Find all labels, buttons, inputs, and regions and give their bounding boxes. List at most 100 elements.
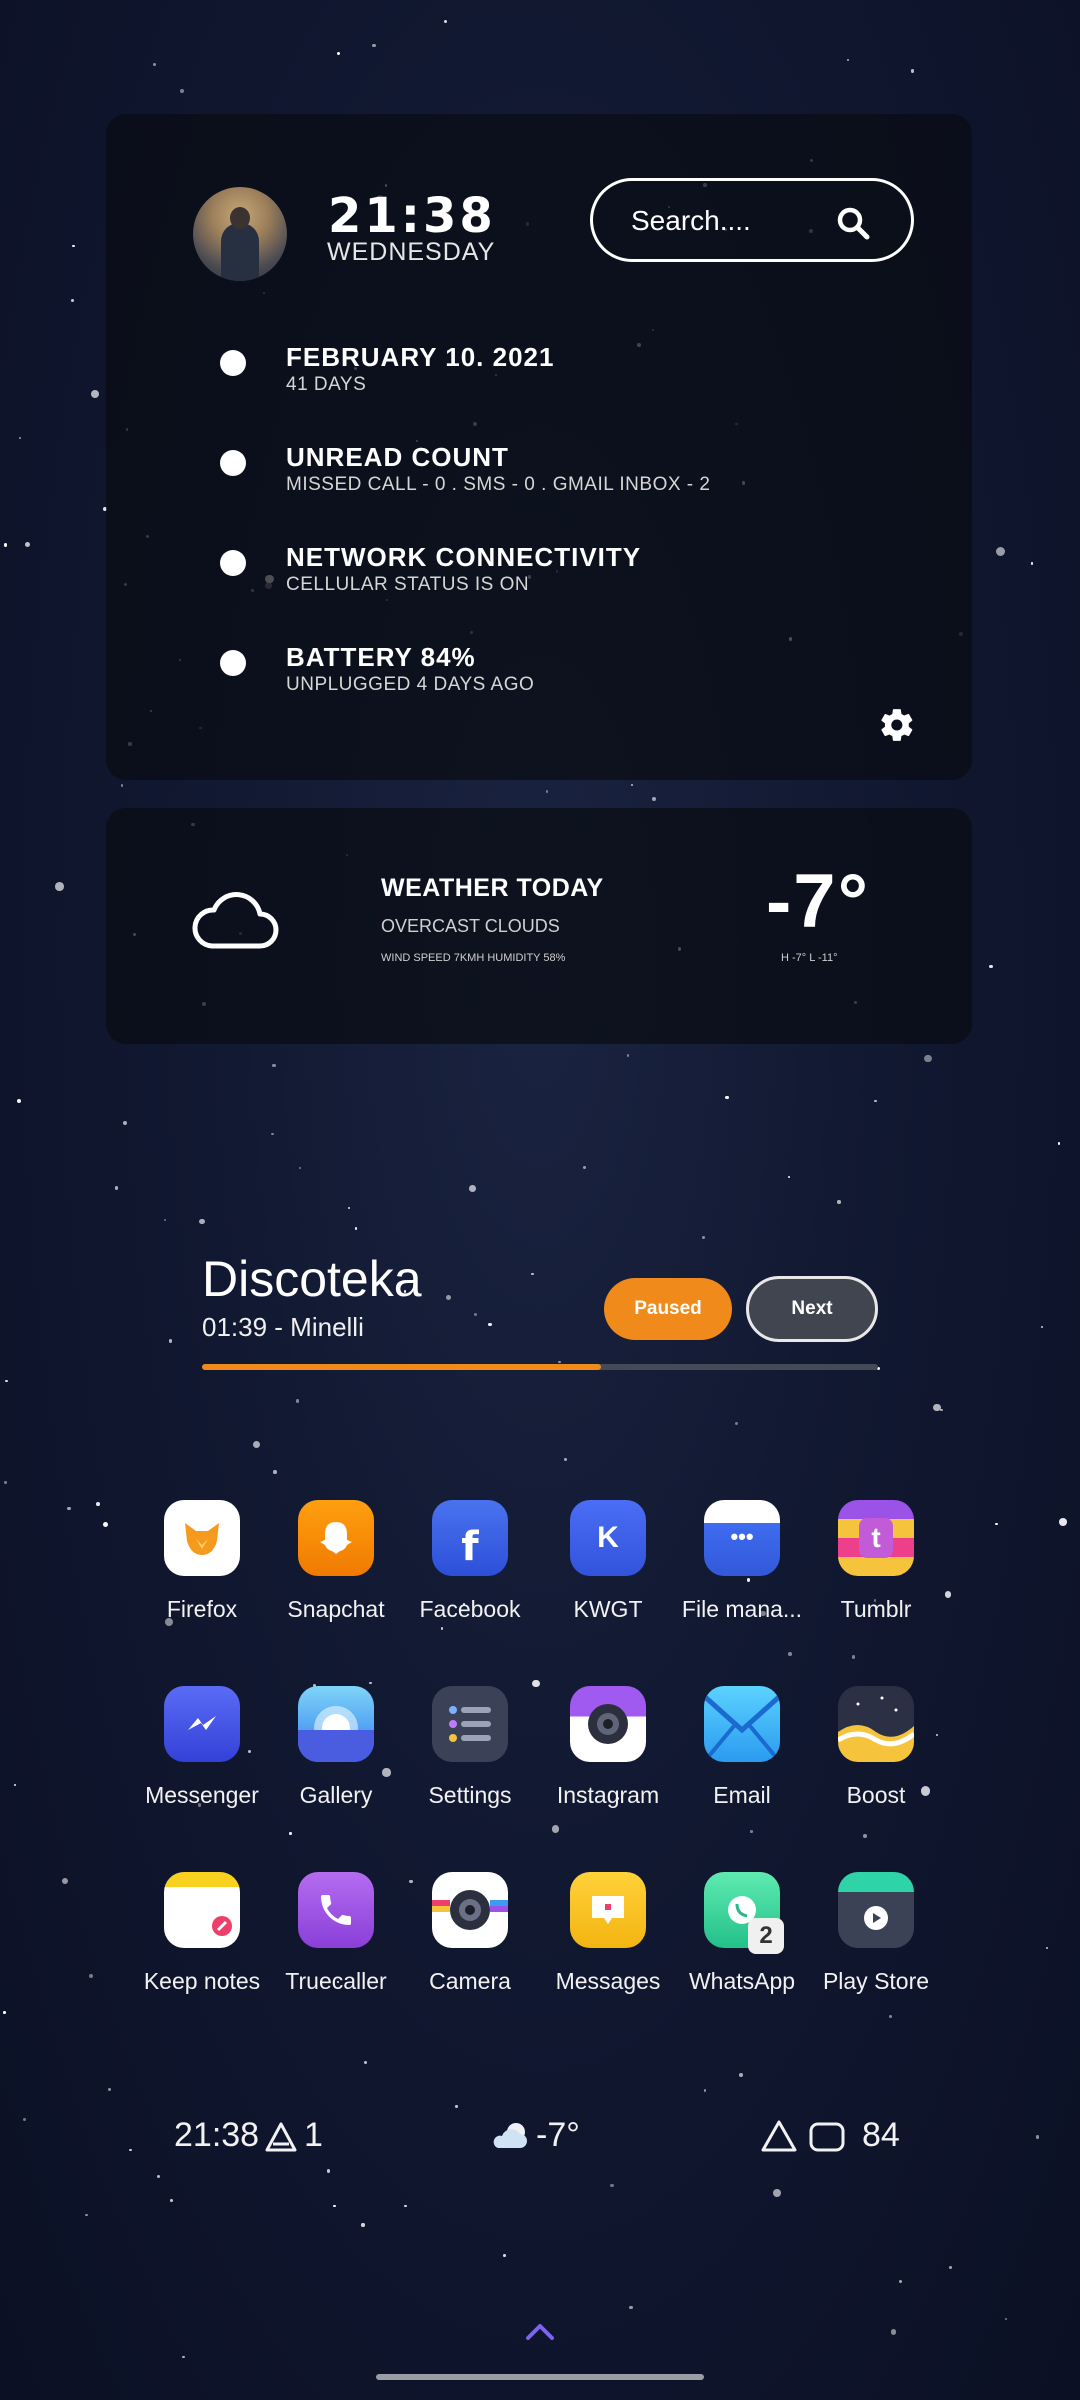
- star: [995, 1522, 998, 1526]
- info-sub: MISSED CALL - 0 . SMS - 0 . GMAIL INBOX …: [286, 474, 711, 495]
- app-settings[interactable]: Settings: [400, 1686, 540, 1809]
- star: [108, 2088, 111, 2091]
- messenger-icon: [164, 1686, 240, 1762]
- weather-meta: WIND SPEED 7KMH HUMIDITY 58%: [381, 952, 566, 964]
- app-label: KWGT: [573, 1596, 643, 1622]
- app-camera[interactable]: Camera: [400, 1872, 540, 1995]
- star: [369, 1681, 372, 1685]
- star: [995, 546, 1005, 556]
- music-progress-bar[interactable]: [202, 1364, 878, 1370]
- info-title: UNREAD COUNT: [286, 442, 509, 472]
- app-snapchat[interactable]: Snapchat: [266, 1500, 406, 1623]
- app-label: Instagram: [556, 1782, 660, 1808]
- app-instagram[interactable]: Instagram: [538, 1686, 678, 1809]
- clock-time[interactable]: 21:38: [328, 188, 496, 244]
- weather-description: OVERCAST CLOUDS: [381, 916, 560, 936]
- app-tumblr[interactable]: t Tumblr: [806, 1500, 946, 1623]
- app-file-manager[interactable]: ••• File mana...: [672, 1500, 812, 1623]
- partly-cloudy-icon: [493, 2123, 527, 2148]
- app-messenger[interactable]: Messenger: [132, 1686, 272, 1809]
- weather-title: WEATHER TODAY: [381, 874, 604, 902]
- star: [455, 2105, 458, 2108]
- app-facebook[interactable]: f Facebook: [400, 1500, 540, 1623]
- boost-icon: [838, 1686, 914, 1762]
- star: [1059, 1518, 1067, 1526]
- star: [299, 1167, 302, 1170]
- app-drawer-chevron-up-icon[interactable]: [524, 2320, 556, 2342]
- star: [734, 1421, 739, 1426]
- status-row: 21:38 1 -7° 84: [0, 2114, 1080, 2160]
- star: [156, 2174, 160, 2178]
- weather-widget[interactable]: WEATHER TODAY OVERCAST CLOUDS WIND SPEED…: [106, 808, 972, 1044]
- app-email[interactable]: Email: [672, 1686, 812, 1809]
- app-boost[interactable]: Boost: [806, 1686, 946, 1809]
- app-label: Truecaller: [285, 1968, 387, 1994]
- star: [3, 543, 7, 547]
- star: [163, 1218, 167, 1222]
- app-label: Settings: [428, 1782, 512, 1808]
- app-firefox[interactable]: Firefox: [132, 1500, 272, 1623]
- star: [61, 1878, 69, 1885]
- next-button[interactable]: Next: [746, 1276, 878, 1342]
- app-messages[interactable]: Messages: [538, 1872, 678, 1995]
- app-kwgt[interactable]: K KWGT: [538, 1500, 678, 1623]
- gallery-icon: [298, 1686, 374, 1762]
- star: [90, 389, 99, 398]
- app-label: Tumblr: [840, 1596, 912, 1622]
- star: [948, 2265, 953, 2269]
- app-label: Firefox: [166, 1596, 238, 1622]
- star: [739, 2073, 743, 2077]
- camera-icon: [432, 1872, 508, 1948]
- star: [441, 1627, 444, 1630]
- star: [333, 2204, 336, 2208]
- instagram-icon: [570, 1686, 646, 1762]
- star: [95, 1502, 100, 1506]
- star: [182, 2355, 185, 2359]
- app-keep-notes[interactable]: Keep notes: [132, 1872, 272, 1995]
- star: [88, 1973, 93, 1978]
- app-label: WhatsApp: [688, 1968, 796, 1994]
- app-label: Gallery: [299, 1782, 373, 1808]
- song-position-artist: 01:39 - Minelli: [202, 1312, 364, 1342]
- whatsapp-icon: 2: [704, 1872, 784, 1954]
- gesture-navigation-bar[interactable]: [376, 2374, 704, 2380]
- clock-day: WEDNESDAY: [327, 238, 496, 266]
- star: [289, 1832, 292, 1835]
- gear-icon[interactable]: [878, 706, 916, 744]
- search-box[interactable]: Search....: [590, 178, 914, 262]
- app-label: Camera: [429, 1968, 511, 1994]
- star: [55, 881, 64, 891]
- star: [19, 436, 22, 439]
- star: [295, 1399, 300, 1403]
- star: [363, 2060, 367, 2065]
- tumblr-icon: t: [838, 1500, 914, 1576]
- star: [564, 1458, 568, 1462]
- app-gallery[interactable]: Gallery: [266, 1686, 406, 1809]
- snapchat-icon: [298, 1500, 374, 1576]
- star: [326, 2169, 331, 2173]
- file-manager-icon: •••: [704, 1500, 780, 1576]
- star: [3, 1480, 7, 1484]
- messages-icon: [570, 1872, 646, 1948]
- app-label: Messages: [555, 1968, 661, 1994]
- star: [5, 1380, 8, 1383]
- pause-play-button[interactable]: Paused: [604, 1278, 732, 1340]
- app-play-store[interactable]: Play Store: [806, 1872, 946, 1995]
- star: [1040, 1326, 1043, 1329]
- star: [152, 63, 156, 67]
- star: [1045, 1946, 1049, 1950]
- app-truecaller[interactable]: Truecaller: [266, 1872, 406, 1995]
- star: [551, 1824, 560, 1833]
- app-whatsapp[interactable]: 2 WhatsApp: [672, 1872, 812, 1995]
- settings-app-icon: [432, 1686, 508, 1762]
- kwgt-icon: K: [570, 1500, 646, 1576]
- star: [271, 1133, 274, 1136]
- star: [772, 2189, 782, 2198]
- star: [874, 1099, 877, 1103]
- star: [1030, 562, 1034, 565]
- star: [891, 2329, 897, 2335]
- star: [273, 1470, 277, 1474]
- avatar[interactable]: [193, 187, 287, 281]
- star: [787, 1175, 791, 1178]
- star: [468, 1184, 476, 1192]
